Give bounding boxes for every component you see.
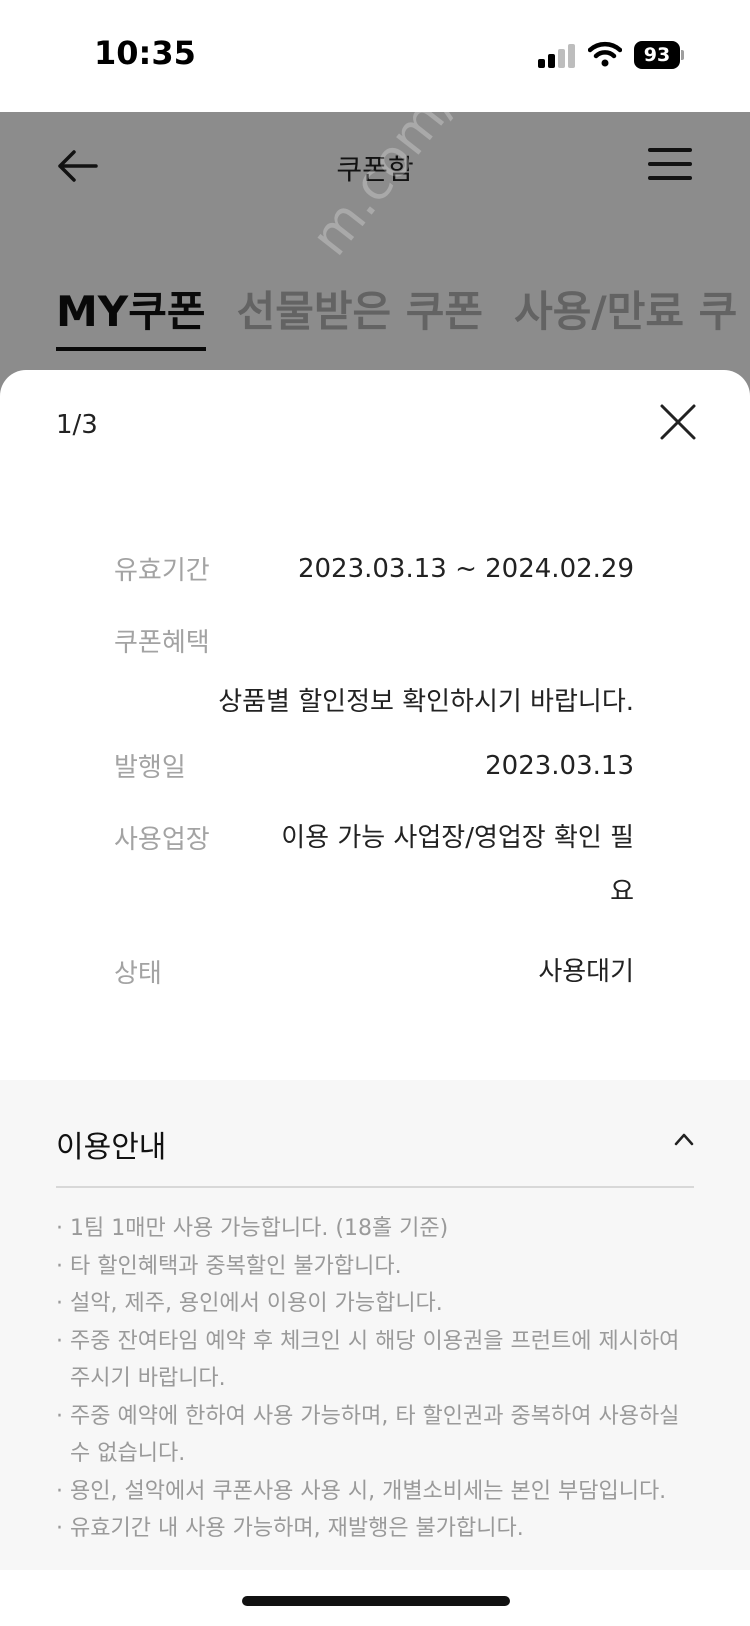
- info-value: 이용 가능 사업장/영업장 확인 필요: [281, 823, 634, 907]
- info-value: 상품별 할인정보 확인하시기 바랍니다.: [218, 687, 634, 717]
- wifi-icon: [588, 41, 622, 67]
- info-row-validity: 유효기간 2023.03.13 ~ 2024.02.29: [114, 550, 634, 594]
- screen: 10:35 93 쿠폰함 MY쿠폰 선물받은 쿠폰 사용/만료 쿠 1/3 유효…: [0, 0, 750, 1626]
- list-item: 용인, 설악에서 쿠폰사용 사용 시, 개별소비세는 본인 부담입니다.: [56, 1473, 696, 1511]
- status-value: 사용대기: [538, 957, 634, 987]
- chevron-up-icon[interactable]: [674, 1132, 694, 1146]
- battery-icon: 93: [634, 41, 684, 69]
- info-row-benefit: 쿠폰혜택 상품별 할인정보 확인하시기 바랍니다.: [114, 622, 634, 729]
- info-row-issue-date: 발행일 2023.03.13: [114, 747, 634, 791]
- usage-guide-section: 이용안내 1팀 1매만 사용 가능합니다. (18홀 기준) 타 할인혜택과 중…: [0, 1080, 750, 1570]
- close-icon[interactable]: [656, 400, 700, 444]
- home-indicator[interactable]: [242, 1596, 510, 1606]
- list-item: 유효기간 내 사용 가능하며, 재발행은 불가합니다.: [56, 1510, 696, 1548]
- usage-guide-toggle[interactable]: 이용안내: [56, 1080, 694, 1188]
- list-item: 주중 예약에 한하여 사용 가능하며, 타 할인권과 중복하여 사용하실 수 없…: [56, 1398, 696, 1473]
- cellular-signal-icon: [538, 44, 576, 68]
- status-time: 10:35: [94, 34, 196, 72]
- list-item: 설악, 제주, 용인에서 이용이 가능합니다.: [56, 1285, 696, 1323]
- coupon-info-list: 유효기간 2023.03.13 ~ 2024.02.29 쿠폰혜택 상품별 할인…: [114, 550, 634, 1025]
- list-item: 1팀 1매만 사용 가능합니다. (18홀 기준): [56, 1210, 696, 1248]
- info-label: 쿠폰혜택: [114, 628, 210, 658]
- info-row-status: 상태 사용대기: [114, 953, 634, 997]
- battery-level: 93: [634, 41, 680, 69]
- list-item: 주중 잔여타임 예약 후 체크인 시 해당 이용권을 프런트에 제시하여 주시기…: [56, 1323, 696, 1398]
- info-value: 2023.03.13 ~ 2024.02.29: [297, 554, 634, 584]
- page-indicator: 1/3: [56, 410, 98, 440]
- status-bar: 10:35 93: [0, 0, 750, 112]
- info-row-venue: 사용업장 이용 가능 사업장/영업장 확인 필요: [114, 819, 634, 919]
- info-value: 2023.03.13: [485, 751, 634, 781]
- usage-guide-title: 이용안내: [56, 1130, 167, 1165]
- usage-guide-list: 1팀 1매만 사용 가능합니다. (18홀 기준) 타 할인혜택과 중복할인 불…: [56, 1210, 696, 1548]
- coupon-detail-sheet: 1/3 유효기간 2023.03.13 ~ 2024.02.29 쿠폰혜택 상품…: [0, 370, 750, 1626]
- list-item: 타 할인혜택과 중복할인 불가합니다.: [56, 1248, 696, 1286]
